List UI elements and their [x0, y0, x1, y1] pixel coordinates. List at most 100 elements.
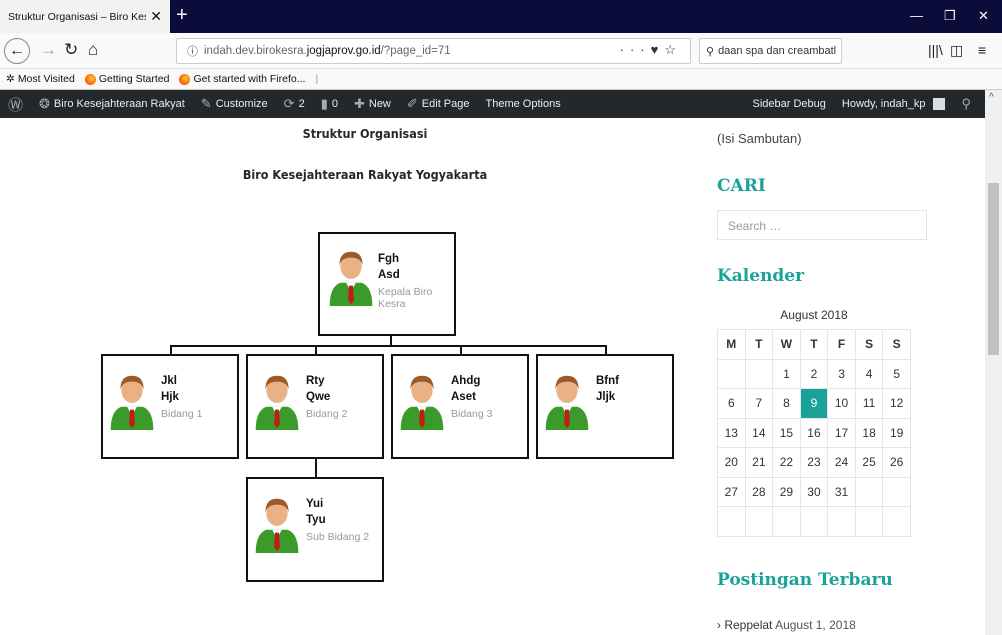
admin-edit-page[interactable]: ✐ Edit Page [399, 96, 478, 112]
person-icon [399, 370, 445, 430]
site-name-label: Biro Kesejahteraan Rakyat [53, 98, 185, 110]
calendar-empty-cell [827, 506, 856, 537]
admin-search-icon[interactable]: ⚲ [953, 96, 979, 112]
connector-line [315, 458, 317, 478]
calendar-day: 16 [799, 417, 829, 448]
edit-page-label: Edit Page [421, 98, 470, 110]
plus-icon: ✚ [353, 96, 365, 111]
url-path: /?page_id=71 [380, 45, 451, 57]
person-icon [109, 370, 155, 430]
bookmark-separator: | [315, 73, 319, 85]
calendar-day: 12 [882, 388, 911, 419]
sidebar-icon[interactable]: ◫ [950, 40, 963, 60]
calendar-day: 26 [882, 447, 911, 478]
kalender-heading: Kalender [717, 266, 805, 286]
reload-icon[interactable]: ↻ [64, 40, 78, 60]
weekday-header: F [827, 329, 856, 360]
person-icon [254, 493, 300, 553]
calendar-empty-cell [799, 506, 829, 537]
admin-comments[interactable]: ▮ 0 [313, 96, 346, 112]
org-node-bidang-4: Bfnf Jljk [536, 354, 674, 459]
minimize-icon[interactable]: — [910, 8, 923, 23]
person-icon [544, 370, 590, 430]
calendar-day: 1 [772, 358, 801, 389]
admin-theme-options[interactable]: Theme Options [478, 98, 569, 110]
new-label: New [368, 98, 391, 110]
calendar-empty-cell [717, 358, 746, 389]
forward-icon[interactable]: → [40, 40, 57, 60]
calendar-day: 25 [854, 447, 884, 478]
search-field[interactable]: ⚲ daan spa dan creambatl → [699, 38, 842, 64]
pocket-icon[interactable]: ♥ [651, 42, 665, 57]
member-name: Hjk [161, 391, 179, 403]
avatar [933, 98, 946, 110]
url-bar[interactable]: ⓘ indah.dev.birokesra. jogjaprov.go.id/?p… [176, 38, 691, 64]
calendar-empty-cell [854, 506, 884, 537]
calendar-widget: August 2018 MTWTFSS 1 2 3 4 5 6 7 8 9 10 11 12 13 14 1… [717, 301, 911, 537]
search-input[interactable]: Search … [717, 210, 927, 240]
bookmark-getting-started[interactable]: Getting Started [84, 73, 170, 85]
admin-howdy[interactable]: Howdy, indah_kp [834, 98, 954, 110]
calendar-day: 5 [882, 358, 911, 389]
library-icon[interactable]: |||\ [928, 40, 943, 60]
bookmark-get-started[interactable]: Get started with Firefo... [179, 73, 305, 85]
calendar-day: 21 [744, 447, 774, 478]
post-date: August 1, 2018 [775, 618, 856, 632]
scrollbar[interactable] [985, 90, 1002, 635]
calendar-day: 17 [827, 417, 856, 448]
member-role: Sub Bidang 2 [306, 531, 370, 543]
pencil-icon: ✐ [406, 96, 418, 111]
member-role: Bidang 2 [306, 408, 348, 420]
calendar-empty-cell [772, 506, 801, 537]
sidebar-debug-label: Sidebar Debug [752, 98, 826, 110]
member-name: Ahdg [451, 375, 481, 387]
member-name: Jkl [161, 375, 177, 387]
member-role: Bidang 1 [161, 408, 203, 420]
admin-customize[interactable]: ✎ Customize [193, 96, 276, 112]
admin-new[interactable]: ✚ New [346, 96, 399, 112]
home-icon[interactable]: ⌂ [88, 40, 98, 60]
page-actions-icon[interactable]: ··· [620, 42, 651, 57]
calendar-day: 27 [717, 476, 746, 507]
menu-icon[interactable]: ≡ [978, 40, 986, 60]
bookmark-label: Get started with Firefo... [193, 73, 306, 85]
calendar-day: 23 [799, 447, 829, 478]
restore-icon[interactable]: ❐ [944, 8, 956, 24]
browser-tab[interactable]: Struktur Organisasi – Biro Kesejahte ✕ [0, 0, 170, 33]
wordpress-logo-icon[interactable]: Ⓦ [0, 94, 31, 115]
recent-post-item[interactable]: › Reppelat August 1, 2018 [717, 618, 856, 632]
firefox-icon [84, 73, 96, 85]
calendar-day: 4 [854, 358, 884, 389]
dashboard-icon: ❂ [39, 96, 50, 111]
admin-sidebar-debug[interactable]: Sidebar Debug [745, 98, 834, 110]
member-name: Fgh [378, 253, 400, 265]
admin-updates[interactable]: ⟳ 2 [276, 96, 313, 112]
member-name: Asd [378, 269, 400, 281]
close-tab-icon[interactable]: ✕ [150, 8, 162, 25]
calendar-empty-cell [744, 506, 774, 537]
tab-title: Struktur Organisasi – Biro Kesejahte [8, 10, 146, 23]
back-icon[interactable]: ← [4, 38, 30, 64]
member-role: Kepala Biro Kesra [378, 286, 433, 310]
post-title-link[interactable]: Reppelat [724, 618, 772, 632]
scrollbar-thumb[interactable] [988, 183, 999, 355]
calendar-day: 18 [854, 417, 884, 448]
calendar-caption: August 2018 [780, 308, 848, 322]
calendar-day: 7 [744, 388, 774, 419]
admin-site-name[interactable]: ❂ Biro Kesejahteraan Rakyat [31, 96, 193, 112]
calendar-day: 6 [717, 388, 746, 419]
url-prefix: indah.dev.birokesra. [204, 45, 307, 57]
info-icon[interactable]: ⓘ [187, 43, 198, 59]
calendar-empty-cell [882, 506, 911, 537]
bookmark-star-icon[interactable]: ☆ [664, 42, 682, 57]
bookmark-most-visited[interactable]: ✲ Most Visited [6, 73, 75, 85]
weekday-header: T [799, 329, 829, 360]
scroll-up-icon[interactable]: ^ [989, 92, 994, 103]
howdy-label: Howdy, indah_kp [841, 98, 926, 110]
org-node-bidang-1: Jkl Hjk Bidang 1 [101, 354, 239, 459]
new-tab-button[interactable]: + [176, 3, 188, 27]
calendar-day: 3 [827, 358, 856, 389]
bookmark-label: Getting Started [98, 73, 170, 85]
window-close-icon[interactable]: ✕ [978, 8, 989, 24]
weekday-header: S [854, 329, 884, 360]
